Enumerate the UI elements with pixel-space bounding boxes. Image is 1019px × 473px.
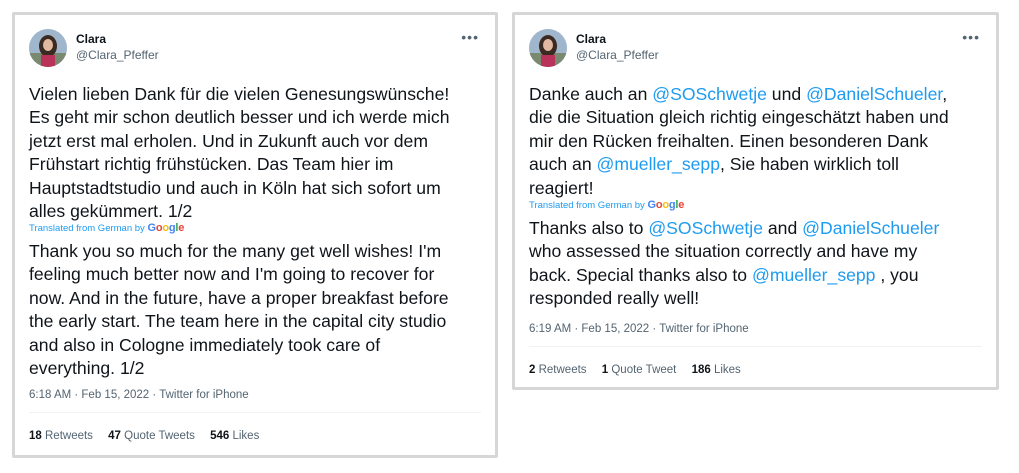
tweet-text-translation: Thank you so much for the many get well …	[29, 240, 481, 380]
tweet-text-original: Danke auch an @SOSchwetje und @DanielSch…	[529, 83, 982, 200]
display-name[interactable]: Clara	[576, 32, 659, 47]
text-line: reagiert!	[529, 177, 594, 198]
google-logo: Google	[147, 222, 185, 234]
tweet-text-translation: Thanks also to @SOSchwetje and @DanielSc…	[529, 217, 982, 311]
text-line: mir den Rücken freihalten. Einen besonde…	[529, 130, 929, 151]
text-line: who assessed the situation correctly and…	[529, 241, 918, 262]
tweet-card-2: Clara @Clara_Pfeffer ••• Danke auch an @…	[512, 12, 999, 390]
text-line: now. And in the future, have a proper br…	[29, 287, 449, 308]
user-handle[interactable]: @Clara_Pfeffer	[576, 47, 659, 63]
divider	[529, 346, 982, 347]
mention-link[interactable]: @mueller_sepp	[752, 265, 875, 285]
text-line: responded really well!	[529, 288, 700, 309]
mention-link[interactable]: @DanielSchueler	[802, 218, 939, 238]
text-line: Thanks also to @SOSchwetje and @DanielSc…	[529, 218, 940, 238]
text-line: the early start. The team here in the ca…	[29, 311, 447, 332]
text-line: Hauptstadtstudio und auch in Köln hat si…	[29, 177, 441, 198]
display-name[interactable]: Clara	[76, 32, 159, 47]
likes-count[interactable]: 186 Likes	[692, 364, 741, 376]
text-line: alles gekümmert. 1/2	[29, 201, 193, 222]
google-logo: Google	[647, 199, 685, 211]
likes-count[interactable]: 546 Likes	[210, 430, 259, 442]
text-line: feeling much better now and I'm going to…	[29, 264, 435, 285]
retweets-count[interactable]: 18 Retweets	[29, 430, 93, 442]
avatar[interactable]	[29, 29, 67, 67]
translated-label: Translated from German by	[529, 200, 645, 211]
mention-link[interactable]: @mueller_sepp	[597, 154, 720, 174]
text-line: Es geht mir schon deutlich besser und ic…	[29, 107, 450, 128]
tweet-stats: 18 Retweets 47 Quote Tweets 546 Likes	[29, 429, 271, 443]
text-line: and also in Cologne immediately took car…	[29, 334, 381, 355]
user-handle[interactable]: @Clara_Pfeffer	[76, 47, 159, 63]
text-line: everything. 1/2	[29, 358, 145, 379]
tweet-text-original: Vielen lieben Dank für die vielen Genesu…	[29, 83, 481, 223]
translated-by-google[interactable]: Translated from German by Google	[529, 199, 684, 212]
avatar[interactable]	[529, 29, 567, 67]
more-options-icon[interactable]: •••	[461, 30, 479, 44]
text-line: back. Special thanks also to @mueller_se…	[529, 264, 919, 285]
text-line: Thank you so much for the many get well …	[29, 241, 442, 261]
divider	[29, 412, 481, 413]
retweets-count[interactable]: 2 Retweets	[529, 364, 587, 376]
text-line: auch an @mueller_sepp, Sie haben wirklic…	[529, 154, 899, 175]
text-line: die die Situation gleich richtig eingesc…	[529, 107, 949, 128]
mention-link[interactable]: @DanielSchueler	[806, 84, 942, 104]
tweet-header: Clara @Clara_Pfeffer •••	[29, 29, 481, 69]
tweet-timestamp[interactable]: 6:19 AM · Feb 15, 2022 · Twitter for iPh…	[529, 322, 749, 336]
more-options-icon[interactable]: •••	[962, 30, 980, 44]
tweet-timestamp[interactable]: 6:18 AM · Feb 15, 2022 · Twitter for iPh…	[29, 388, 249, 402]
translated-label: Translated from German by	[29, 223, 145, 234]
mention-link[interactable]: @SOSchwetje	[652, 84, 767, 104]
quote-tweets-count[interactable]: 47 Quote Tweets	[108, 430, 195, 442]
quote-tweets-count[interactable]: 1 Quote Tweet	[602, 364, 677, 376]
text-line: Frühstart richtig frühstücken. Das Team …	[29, 154, 394, 175]
tweet-header: Clara @Clara_Pfeffer •••	[529, 29, 982, 69]
text-line: Danke auch an @SOSchwetje und @DanielSch…	[529, 84, 948, 104]
tweet-card-1: Clara @Clara_Pfeffer ••• Vielen lieben D…	[12, 12, 498, 458]
tweet-stats: 2 Retweets 1 Quote Tweet 186 Likes	[529, 363, 753, 377]
text-line: jetzt erst mal erholen. Und in Zukunft a…	[29, 130, 428, 151]
text-line: Vielen lieben Dank für die vielen Genesu…	[29, 84, 450, 104]
mention-link[interactable]: @SOSchwetje	[648, 218, 763, 238]
translated-by-google[interactable]: Translated from German by Google	[29, 222, 184, 235]
